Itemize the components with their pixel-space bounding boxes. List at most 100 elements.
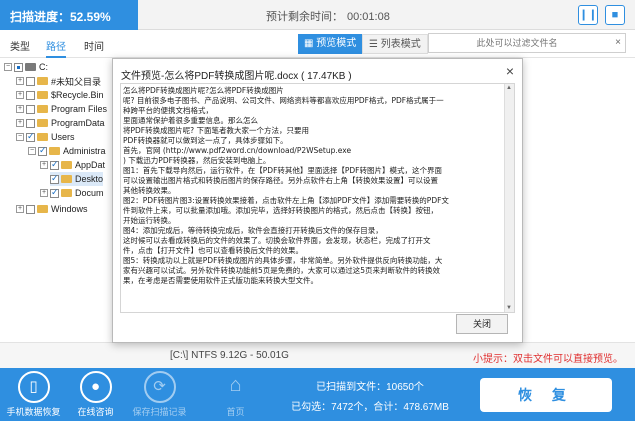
search-input[interactable]	[429, 34, 599, 52]
collapse-icon[interactable]: −	[16, 133, 24, 141]
tree-node-label: Docum	[75, 188, 104, 198]
drive-icon	[25, 63, 36, 71]
expand-icon[interactable]: +	[16, 205, 24, 213]
home-button[interactable]: ⌂ 首页	[208, 371, 263, 418]
tree-node-users[interactable]: − Users	[16, 130, 75, 144]
collapse-icon[interactable]: −	[4, 63, 12, 71]
expand-icon[interactable]: +	[16, 91, 24, 99]
found-label: 已扫描到文件：	[316, 382, 387, 393]
tree-node-label: Users	[51, 132, 75, 142]
remaining-time-label: 预计剩余时间：	[266, 11, 343, 23]
remaining-time: 预计剩余时间： 00:01:08	[262, 8, 390, 24]
tree-node-label: Deskto	[75, 174, 104, 184]
checkbox[interactable]	[26, 118, 35, 128]
checkbox[interactable]	[50, 173, 59, 184]
folder-icon	[37, 105, 48, 113]
drive-info: [C:\] NTFS 9.12G - 50.01G	[170, 350, 289, 361]
scan-progress-label: 扫描进度：52.59%	[10, 10, 111, 24]
file-preview-dialog: 文件预览-怎么将PDF转换成图片呢.docx ( 17.47KB ) × 怎么将…	[112, 58, 523, 343]
stop-icon: ■	[611, 9, 619, 21]
list-icon: ☰	[369, 39, 381, 50]
tree-node-unknown-parent[interactable]: + #未知父目录	[16, 74, 101, 88]
close-button[interactable]: 关闭	[456, 314, 508, 334]
phone-recovery-label: 手机数据恢复	[6, 407, 61, 417]
preview-mode-label: 预览模式	[316, 38, 357, 49]
tree-node-appdata[interactable]: + AppDat	[40, 158, 105, 172]
pause-button[interactable]: ❙❙	[578, 5, 598, 25]
checkbox[interactable]	[14, 62, 23, 72]
checkbox[interactable]	[26, 76, 35, 86]
search-icon[interactable]: ×	[615, 37, 621, 48]
collapse-icon[interactable]: −	[28, 147, 36, 155]
online-consult-button[interactable]: ● 在线咨询	[68, 371, 123, 418]
tree-node-programdata[interactable]: + ProgramData	[16, 116, 105, 130]
clear-icon[interactable]: ×	[615, 37, 621, 48]
folder-icon	[49, 147, 60, 155]
expand-icon[interactable]: +	[16, 77, 24, 85]
search-box: ×	[428, 33, 626, 53]
tree-node-recycle-bin[interactable]: + $Recycle.Bin	[16, 88, 104, 102]
tree-node-label: Program Files	[51, 104, 108, 114]
list-mode-label: 列表模式	[380, 39, 421, 50]
phone-recovery-button[interactable]: ▯ 手机数据恢复	[6, 371, 61, 418]
checkbox[interactable]	[26, 90, 35, 100]
tab-time[interactable]: 时间	[84, 38, 104, 53]
selected-summary: 已勾选：7472个，合计：478.67MB	[291, 402, 449, 413]
tree-node-documents[interactable]: + Docum	[40, 186, 104, 200]
checkbox[interactable]	[38, 145, 47, 156]
stop-button[interactable]: ■	[605, 5, 625, 25]
scroll-up-icon[interactable]: ▲	[506, 85, 512, 91]
person-icon: ●	[79, 371, 112, 403]
folder-icon	[37, 205, 48, 213]
total-label: 合计：	[373, 402, 404, 413]
tree-node-administrator[interactable]: − Administra	[28, 144, 106, 158]
expand-icon[interactable]: +	[40, 161, 48, 169]
total-size: 478.67MB	[403, 402, 449, 413]
preview-mode-button[interactable]: ▦ 预览模式	[298, 34, 363, 54]
close-icon[interactable]: ×	[506, 63, 514, 79]
found-count: 10650个	[386, 382, 424, 393]
expand-icon[interactable]: +	[40, 189, 48, 197]
status-bar: [C:\] NTFS 9.12G - 50.01G 小提示：双击文件可以直接预览…	[0, 342, 635, 368]
save-progress-button[interactable]: ⟳ 保存扫描记录	[132, 371, 187, 418]
restore-button[interactable]: 恢 复	[480, 378, 612, 412]
folder-icon	[37, 119, 48, 127]
save-progress-label: 保存扫描记录	[132, 407, 187, 417]
tree-node-desktop[interactable]: Deskto	[50, 172, 104, 186]
folder-icon	[37, 133, 48, 141]
home-label: 首页	[226, 407, 245, 417]
tab-type[interactable]: 类型	[10, 38, 30, 53]
scrollbar[interactable]: ▲ ▼	[504, 84, 514, 312]
tree-node-label: #未知父目录	[51, 76, 102, 87]
tree-node-c-drive[interactable]: − C:	[4, 60, 48, 74]
checkbox[interactable]	[50, 187, 59, 198]
remaining-time-value: 00:01:08	[347, 11, 390, 23]
tree-node-label: Administra	[63, 146, 106, 156]
selected-count: 7472个	[331, 402, 364, 413]
expand-icon[interactable]: +	[16, 105, 24, 113]
tab-path[interactable]: 路径	[46, 38, 66, 58]
preview-content: 怎么将PDF转换成图片呢?怎么将PDF转换成图片 呢? 目前很多电子图书、产品说…	[123, 86, 449, 285]
selected-label: 已勾选：	[291, 402, 332, 413]
folder-tree: − C: + #未知父目录 + $Recycle.Bin + Program F…	[0, 59, 112, 309]
pause-icon: ❙❙	[579, 9, 598, 21]
list-mode-button[interactable]: ☰ 列表模式	[362, 34, 428, 54]
scan-progress-bar: 扫描进度：52.59% 预计剩余时间： 00:01:08 ❙❙ ■	[0, 0, 635, 30]
dialog-title: 文件预览-怎么将PDF转换成图片呢.docx ( 17.47KB )	[121, 71, 352, 82]
scroll-down-icon[interactable]: ▼	[506, 305, 512, 311]
folder-icon	[37, 77, 48, 85]
checkbox[interactable]	[26, 131, 35, 142]
tree-node-program-files[interactable]: + Program Files	[16, 102, 107, 116]
checkbox[interactable]	[26, 204, 35, 214]
tree-node-label: AppDat	[75, 160, 106, 170]
expand-icon[interactable]: +	[16, 119, 24, 127]
checkbox[interactable]	[26, 104, 35, 114]
preview-text-area[interactable]: 怎么将PDF转换成图片呢?怎么将PDF转换成图片 呢? 目前很多电子图书、产品说…	[120, 83, 515, 313]
tree-node-windows[interactable]: + Windows	[16, 202, 88, 216]
folder-icon	[61, 189, 72, 197]
tip-text: 小提示：双击文件可以直接预览。	[473, 354, 623, 365]
save-icon: ⟳	[143, 371, 176, 403]
bottom-bar: ▯ 手机数据恢复 ● 在线咨询 ⟳ 保存扫描记录 ⌂ 首页 已扫描到文件：106…	[0, 368, 635, 421]
grid-icon: ▦	[304, 38, 317, 49]
checkbox[interactable]	[50, 159, 59, 170]
